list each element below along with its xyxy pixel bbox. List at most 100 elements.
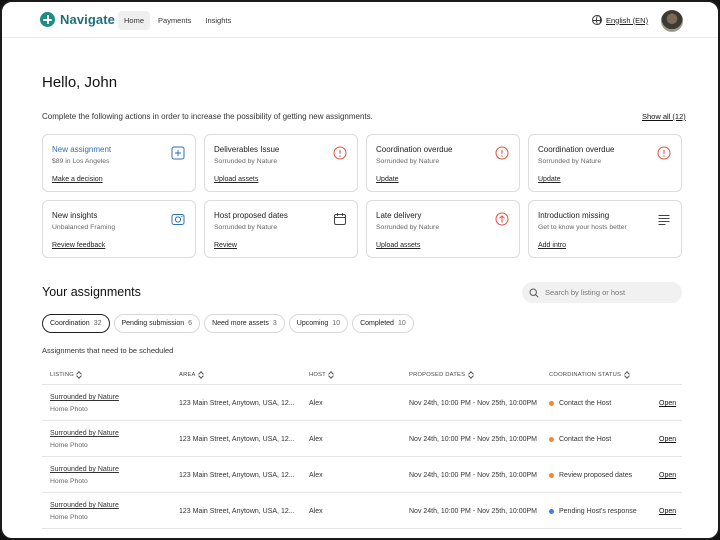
- host-cell: Alex: [309, 472, 323, 479]
- chip-need-more-assets[interactable]: Need more assets 3: [204, 314, 285, 333]
- upload-circle-icon: [495, 212, 509, 226]
- card-title: Introduction missing: [538, 211, 610, 220]
- tab-payments[interactable]: Payments: [152, 11, 197, 30]
- open-link[interactable]: Open: [659, 508, 676, 515]
- card-action-link[interactable]: Review feedback: [52, 242, 105, 249]
- sort-icon: [199, 371, 204, 378]
- col-label: COORDINATION STATUS: [549, 371, 622, 378]
- open-link[interactable]: Open: [659, 472, 676, 479]
- card-action-link[interactable]: Make a decision: [52, 176, 103, 183]
- status-dot: [549, 509, 554, 514]
- avatar[interactable]: [661, 10, 683, 32]
- listing-link[interactable]: Surrounded by Nature: [50, 466, 119, 473]
- host-cell: Alex: [309, 508, 323, 515]
- col-listing[interactable]: LISTING: [50, 371, 82, 378]
- col-host[interactable]: HOST: [309, 371, 334, 378]
- action-card[interactable]: New assignment $89 in Los Angeles Make a…: [42, 134, 196, 192]
- area-cell: 123 Main Street, Anytown, USA, 12...: [179, 508, 295, 515]
- chip-label: Upcoming: [296, 320, 329, 327]
- table-row[interactable]: Surrounded by Nature Home Photo 123 Main…: [42, 493, 682, 529]
- action-card[interactable]: Introduction missing Get to know your ho…: [528, 200, 682, 258]
- page-title: Hello, John: [42, 74, 118, 91]
- table-row[interactable]: Surrounded by Nature Home Photo 123 Main…: [42, 457, 682, 493]
- col-label: LISTING: [50, 371, 74, 378]
- assignments-table: LISTING AREA HOST PROPOSED DATES COORDIN…: [42, 364, 682, 529]
- filter-chips: Coordination 32 Pending submission 6 Nee…: [42, 314, 414, 333]
- table-row[interactable]: Surrounded by Nature Home Photo 123 Main…: [42, 421, 682, 457]
- dates-cell: Nov 24th, 10:00 PM - Nov 25th, 10:00PM: [409, 400, 538, 407]
- intro-text: Complete the following actions in order …: [42, 112, 373, 121]
- show-all-link[interactable]: Show all (12): [642, 112, 686, 121]
- action-card[interactable]: New insights Unbalanced Framing Review f…: [42, 200, 196, 258]
- chip-label: Need more assets: [212, 320, 269, 327]
- card-subtitle: Sorrunded by Nature: [214, 158, 278, 165]
- alert-circle-icon: [657, 146, 671, 160]
- chip-completed[interactable]: Completed 10: [352, 314, 414, 333]
- area-cell: 123 Main Street, Anytown, USA, 12...: [179, 472, 295, 479]
- host-cell: Alex: [309, 436, 323, 443]
- card-action-link[interactable]: Add intro: [538, 242, 566, 249]
- action-card[interactable]: Coordination overdue Sorrunded by Nature…: [528, 134, 682, 192]
- card-title: Coordination overdue: [376, 145, 453, 154]
- status-dot: [549, 437, 554, 442]
- status-label: Pending Host's response: [559, 508, 637, 515]
- language-label: English (EN): [606, 15, 649, 25]
- status-dot: [549, 473, 554, 478]
- area-cell: 123 Main Street, Anytown, USA, 12...: [179, 436, 295, 443]
- search-placeholder: Search by listing or host: [545, 288, 626, 297]
- open-link[interactable]: Open: [659, 436, 676, 443]
- chip-count: 10: [397, 320, 406, 327]
- card-subtitle: Sorrunded by Nature: [538, 158, 602, 165]
- chip-pending-submission[interactable]: Pending submission 6: [113, 314, 201, 333]
- logo[interactable]: Navigate: [40, 12, 115, 27]
- dates-cell: Nov 24th, 10:00 PM - Nov 25th, 10:00PM: [409, 508, 538, 515]
- listing-link[interactable]: Surrounded by Nature: [50, 430, 119, 437]
- tab-insights[interactable]: Insights: [199, 11, 237, 30]
- language-selector[interactable]: English (EN): [592, 15, 648, 25]
- card-action-link[interactable]: Upload assets: [214, 176, 258, 183]
- action-card[interactable]: Late delivery Sorrunded by Nature Upload…: [366, 200, 520, 258]
- card-title: New assignment: [52, 145, 112, 154]
- col-proposed-dates[interactable]: PROPOSED DATES: [409, 371, 473, 378]
- logo-text: Navigate: [60, 12, 115, 27]
- dates-cell: Nov 24th, 10:00 PM - Nov 25th, 10:00PM: [409, 472, 538, 479]
- area-cell: 123 Main Street, Anytown, USA, 12...: [179, 400, 295, 407]
- chip-upcoming[interactable]: Upcoming 10: [288, 314, 349, 333]
- card-title: Host proposed dates: [214, 211, 288, 220]
- table-row[interactable]: Surrounded by Nature Home Photo 123 Main…: [42, 385, 682, 421]
- listing-type: Home Photo: [50, 478, 88, 485]
- calendar-icon: [334, 213, 346, 225]
- open-link[interactable]: Open: [659, 400, 676, 407]
- chip-coordination[interactable]: Coordination 32: [42, 314, 110, 333]
- listing-link[interactable]: Surrounded by Nature: [50, 394, 119, 401]
- status-label: Contact the Host: [559, 400, 612, 407]
- action-card[interactable]: Deliverables Issue Sorrunded by Nature U…: [204, 134, 358, 192]
- card-subtitle: Sorrunded by Nature: [376, 158, 440, 165]
- listing-type: Home Photo: [50, 406, 88, 413]
- status-badge: Contact the Host: [549, 436, 611, 443]
- status-label: Review proposed dates: [559, 472, 633, 479]
- chip-count: 32: [93, 320, 102, 327]
- card-subtitle: Sorrunded by Nature: [376, 224, 440, 231]
- col-label: PROPOSED DATES: [409, 371, 466, 378]
- listing-link[interactable]: Surrounded by Nature: [50, 502, 119, 509]
- table-header: LISTING AREA HOST PROPOSED DATES COORDIN…: [42, 364, 682, 385]
- section-title: Your assignments: [42, 285, 141, 299]
- chip-count: 3: [272, 320, 277, 327]
- card-action-link[interactable]: Update: [538, 176, 561, 183]
- action-card[interactable]: Host proposed dates Sorrunded by Nature …: [204, 200, 358, 258]
- card-action-link[interactable]: Update: [376, 176, 399, 183]
- logo-icon: [40, 12, 55, 27]
- search-input[interactable]: Search by listing or host: [522, 282, 682, 303]
- search-icon: [529, 287, 539, 298]
- sort-icon: [468, 371, 473, 378]
- card-action-link[interactable]: Review: [214, 242, 237, 249]
- status-badge: Review proposed dates: [549, 472, 632, 479]
- col-area[interactable]: AREA: [179, 371, 204, 378]
- tab-home[interactable]: Home: [118, 11, 151, 30]
- action-card[interactable]: Coordination overdue Sorrunded by Nature…: [366, 134, 520, 192]
- card-action-link[interactable]: Upload assets: [376, 242, 420, 249]
- card-subtitle: Get to know your hosts better: [538, 224, 627, 231]
- card-title: Coordination overdue: [538, 145, 615, 154]
- col-coordination-status[interactable]: COORDINATION STATUS: [549, 371, 629, 378]
